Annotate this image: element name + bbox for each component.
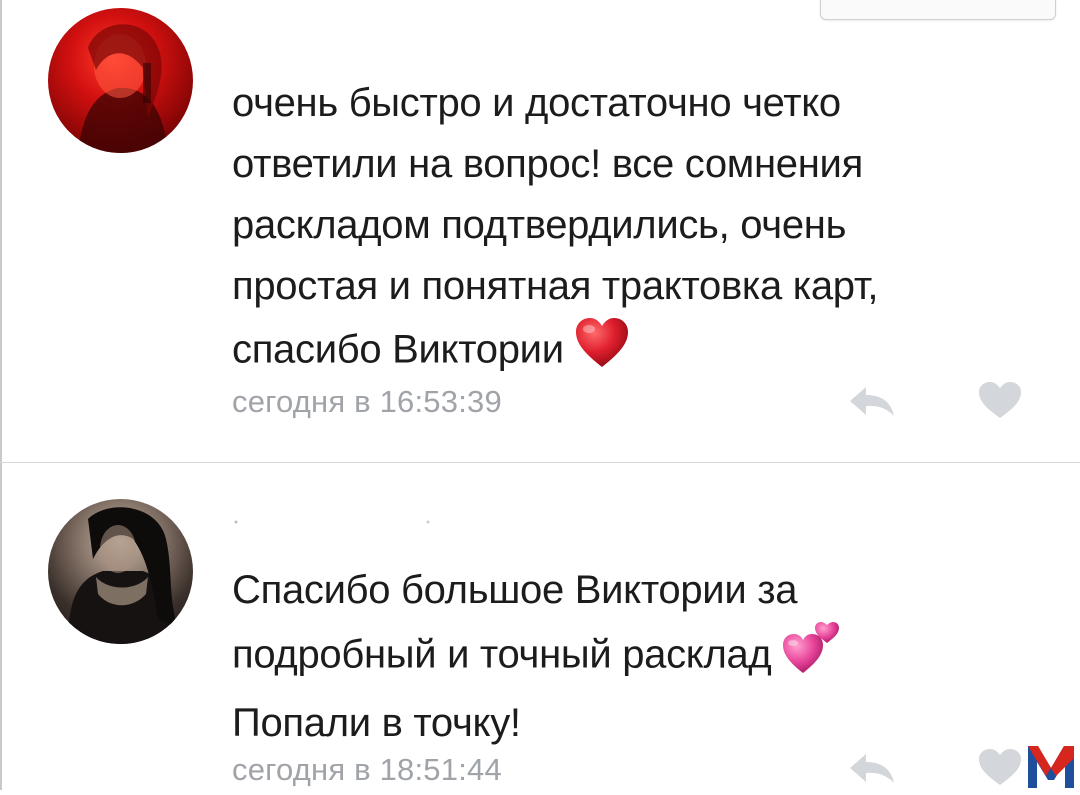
comment-item: Спасибо большое Виктории за подробный и …: [0, 463, 1080, 790]
comment-text: очень быстро и достаточно четко ответили…: [232, 73, 1032, 387]
reply-arrow-icon[interactable]: [848, 752, 896, 784]
avatar-portrait-dark: [68, 507, 178, 644]
comment-line: очень быстро и достаточно четко: [232, 81, 841, 125]
comment-line: спасибо Виктории: [232, 327, 564, 372]
heart-icon[interactable]: [978, 381, 1022, 419]
comment-line: Попали в точку!: [232, 701, 521, 745]
comment-line: ответили на вопрос! все сомнения: [232, 142, 863, 186]
m-logo-icon: [1024, 738, 1078, 790]
faint-divider: [234, 520, 430, 524]
comment-timestamp: сегодня в 16:53:39: [232, 384, 502, 419]
avatar[interactable]: [48, 499, 193, 644]
comment-text: Спасибо большое Виктории за подробный и …: [232, 560, 1032, 754]
comment-item: очень быстро и достаточно четко ответили…: [0, 0, 1080, 463]
avatar[interactable]: [48, 8, 193, 153]
two-hearts-emoji: [781, 621, 841, 693]
comment-line: подробный и точный расклад: [232, 632, 772, 677]
heart-icon[interactable]: [978, 748, 1022, 786]
red-heart-emoji: [574, 317, 630, 387]
comment-timestamp: сегодня в 18:51:44: [232, 752, 502, 787]
avatar-portrait-red: [78, 24, 168, 153]
comment-line: Спасибо большое Виктории за: [232, 568, 798, 612]
reply-arrow-icon[interactable]: [848, 385, 896, 417]
comment-line: простая и понятная трактовка карт,: [232, 264, 879, 308]
comment-line: раскладом подтвердились, очень: [232, 203, 847, 247]
